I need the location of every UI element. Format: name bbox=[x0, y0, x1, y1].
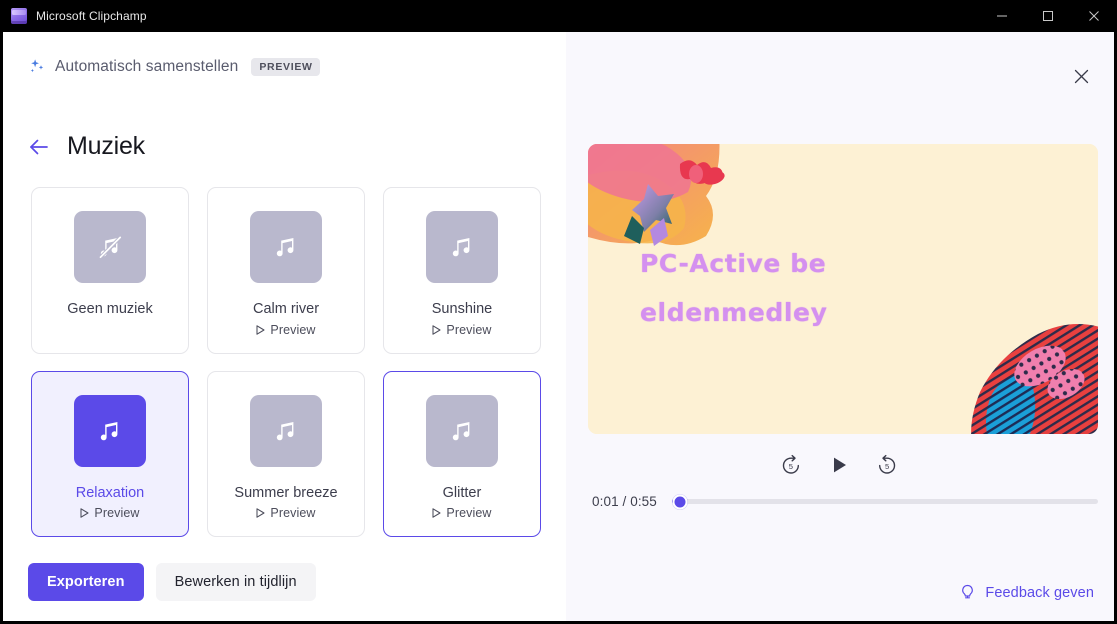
music-card-summer-breeze[interactable]: Summer breeze Preview bbox=[207, 370, 365, 538]
play-outline-icon bbox=[256, 324, 265, 335]
play-button[interactable] bbox=[824, 450, 854, 480]
dialog-close-button[interactable] bbox=[1064, 59, 1098, 93]
music-card-preview-label: Preview bbox=[446, 506, 492, 521]
play-outline-icon bbox=[80, 508, 89, 519]
close-icon bbox=[1074, 69, 1088, 83]
video-title-text: PC-Active be eldenmedley bbox=[640, 249, 828, 327]
window-titlebar[interactable]: Microsoft Clipchamp bbox=[0, 0, 1117, 32]
feedback-link[interactable]: Feedback geven bbox=[959, 584, 1094, 601]
music-card-preview-button[interactable]: Preview bbox=[432, 506, 491, 520]
music-selection-pane: Automatisch samenstellen PREVIEW Muziek … bbox=[3, 32, 566, 621]
music-card-glitter[interactable]: Glitter Preview bbox=[383, 370, 541, 538]
action-row: Exporteren Bewerken in tijdlijn bbox=[28, 563, 316, 601]
svg-text:5: 5 bbox=[788, 462, 792, 471]
page-header: Muziek bbox=[28, 132, 145, 161]
clipchamp-logo-icon bbox=[11, 8, 27, 24]
auto-compose-dialog: Automatisch samenstellen PREVIEW Muziek … bbox=[3, 32, 1114, 621]
seek-thumb[interactable] bbox=[672, 494, 688, 509]
music-track-grid: Geen muziek Calm river Preview Sunshine Prev… bbox=[31, 187, 551, 538]
window-title: Microsoft Clipchamp bbox=[36, 9, 147, 23]
preview-pane: PC-Active be eldenmedley 5 5 0:01 / 0:55… bbox=[566, 32, 1114, 621]
music-card-calm-river[interactable]: Calm river Preview bbox=[207, 187, 365, 354]
play-outline-icon bbox=[432, 324, 441, 335]
music-note-icon bbox=[250, 211, 322, 283]
seek-row: 0:01 / 0:55 bbox=[592, 494, 1098, 509]
music-card-preview-button[interactable]: Preview bbox=[256, 506, 315, 520]
music-card-preview-button[interactable]: Preview bbox=[432, 323, 491, 337]
back-arrow-icon[interactable] bbox=[28, 136, 50, 158]
lightbulb-icon bbox=[962, 584, 974, 599]
music-note-icon bbox=[426, 394, 498, 467]
music-note-icon bbox=[74, 394, 146, 467]
forward-5-icon: 5 bbox=[878, 454, 895, 474]
music-card-preview-label: Preview bbox=[270, 506, 316, 521]
window-maximize-button[interactable] bbox=[1025, 0, 1071, 32]
music-card-title: Calm river bbox=[252, 301, 320, 317]
maximize-icon bbox=[1043, 11, 1053, 21]
edit-in-timeline-button[interactable]: Bewerken in tijdlijn bbox=[155, 563, 316, 601]
music-card-preview-label: Preview bbox=[270, 322, 316, 337]
music-card-title: Sunshine bbox=[431, 301, 493, 317]
music-card-title: Geen muziek bbox=[67, 301, 153, 317]
video-preview[interactable]: PC-Active be eldenmedley bbox=[588, 144, 1098, 434]
window-close-button[interactable] bbox=[1071, 0, 1117, 32]
music-card-geen-muziek[interactable]: Geen muziek bbox=[31, 187, 189, 354]
forward-5-button[interactable]: 5 bbox=[872, 450, 902, 480]
svg-text:5: 5 bbox=[884, 462, 888, 471]
time-display: 0:01 / 0:55 bbox=[592, 494, 657, 509]
music-card-sunshine[interactable]: Sunshine Preview bbox=[383, 187, 541, 354]
export-button[interactable]: Exporteren bbox=[28, 563, 144, 601]
music-card-title: Summer breeze bbox=[234, 484, 338, 501]
feedback-label: Feedback geven bbox=[985, 584, 1094, 601]
rewind-5-icon: 5 bbox=[782, 454, 799, 474]
page-title: Muziek bbox=[67, 132, 145, 160]
close-icon bbox=[1089, 11, 1099, 21]
music-card-title: Relaxation bbox=[75, 484, 145, 501]
minimize-icon bbox=[997, 15, 1007, 17]
play-outline-icon bbox=[432, 508, 441, 519]
app-window: Microsoft Clipchamp Automatisch samenste… bbox=[0, 0, 1117, 624]
transport-controls: 5 5 bbox=[566, 450, 1111, 480]
music-card-relaxation[interactable]: Relaxation Preview bbox=[31, 370, 189, 538]
play-icon bbox=[833, 457, 846, 473]
music-card-preview-button[interactable]: Preview bbox=[80, 506, 139, 520]
sparkle-icon bbox=[30, 59, 44, 73]
music-note-icon bbox=[250, 394, 322, 467]
seek-slider[interactable] bbox=[671, 494, 1098, 509]
music-card-preview-label: Preview bbox=[446, 322, 492, 337]
music-card-preview-button[interactable]: Preview bbox=[256, 323, 315, 337]
music-card-preview-label: Preview bbox=[94, 506, 140, 521]
brand-row: Automatisch samenstellen PREVIEW bbox=[28, 58, 320, 76]
music-card-title: Glitter bbox=[442, 484, 482, 501]
rewind-5-button[interactable]: 5 bbox=[776, 450, 806, 480]
play-outline-icon bbox=[256, 508, 265, 519]
window-minimize-button[interactable] bbox=[979, 0, 1025, 32]
music-note-muted-icon bbox=[74, 211, 146, 283]
brand-label: Automatisch samenstellen bbox=[55, 58, 239, 75]
music-note-icon bbox=[426, 211, 498, 283]
preview-badge: PREVIEW bbox=[251, 58, 320, 76]
